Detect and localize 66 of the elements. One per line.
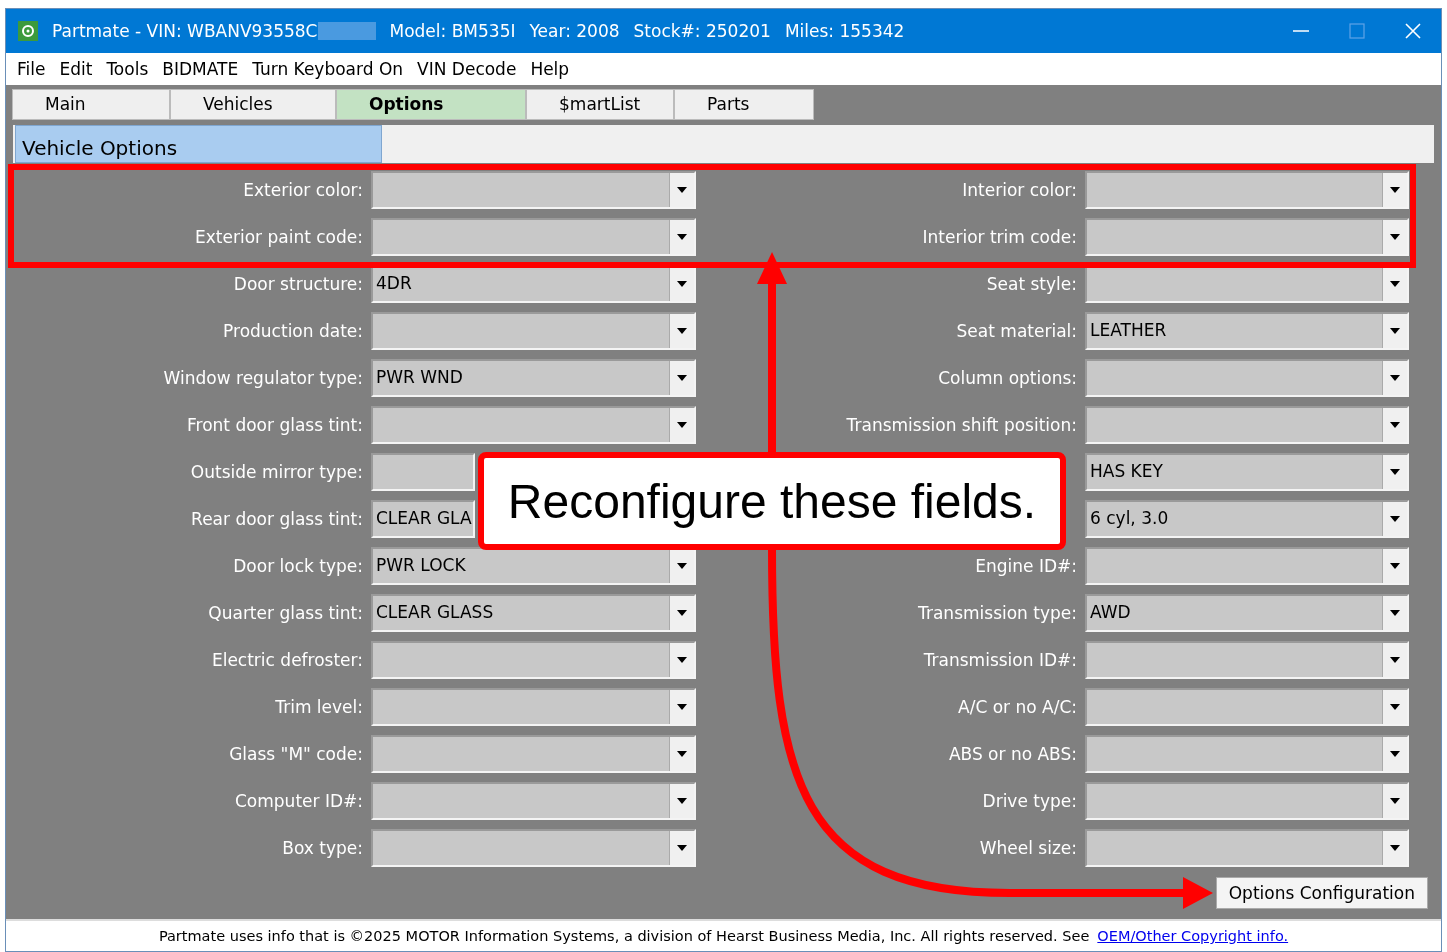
- field-label: Production date:: [223, 321, 363, 341]
- copyright-link[interactable]: OEM/Other Copyright info.: [1097, 928, 1289, 944]
- combo-box[interactable]: LEATHER: [1085, 312, 1409, 350]
- field-label: Engine ID#:: [975, 556, 1077, 576]
- field-label: Electric defroster:: [211, 650, 363, 670]
- field-label: Interior color:: [962, 180, 1077, 200]
- field-label: Seat style:: [986, 274, 1077, 294]
- menu-item[interactable]: BIDMATE: [155, 59, 246, 79]
- tab[interactable]: $martList: [526, 89, 674, 120]
- field-label: Trim level:: [275, 697, 363, 717]
- window-title: Year: 2008: [529, 21, 620, 41]
- field-label: Glass "M" code:: [229, 744, 363, 764]
- field-label: Box type:: [282, 838, 363, 858]
- window-title: Partmate - VIN: WBANV93558C: [52, 21, 318, 41]
- window-title: Stock#: 250201: [633, 21, 771, 41]
- field-label: Rear door glass tint:: [191, 509, 363, 529]
- combo-value: 6 cyl, 3.0: [1089, 507, 1170, 530]
- combo-value: PWR LOCK: [375, 554, 467, 577]
- field-label: Quarter glass tint:: [208, 603, 363, 623]
- field-label: Wheel size:: [979, 838, 1077, 858]
- field-label: Exterior paint code:: [195, 227, 363, 247]
- menu-item[interactable]: Help: [523, 59, 577, 79]
- combo-value: PWR WND: [375, 366, 464, 389]
- tab[interactable]: Parts: [674, 89, 814, 120]
- menu-item[interactable]: Turn Keyboard On: [245, 59, 411, 79]
- combo-box[interactable]: PWR WND: [371, 359, 696, 397]
- field-label: Seat material:: [956, 321, 1077, 341]
- combo-box[interactable]: HAS KEY: [1085, 453, 1409, 491]
- callout-tooltip: Reconfigure these fields.: [478, 452, 1066, 550]
- field-label: Exterior color:: [243, 180, 363, 200]
- field-label: Transmission type:: [918, 603, 1077, 623]
- combo-box[interactable]: CLEAR GLASS: [371, 594, 696, 632]
- field-label: Front door glass tint:: [187, 415, 363, 435]
- menu-item[interactable]: Edit: [52, 59, 100, 79]
- combo-box[interactable]: PWR LOCK: [371, 547, 696, 585]
- combo-value: LEATHER: [1089, 319, 1168, 342]
- field-label: Interior trim code:: [922, 227, 1077, 247]
- combo-box[interactable]: CLEAR GLA: [371, 500, 475, 538]
- combo-value: HAS KEY: [1089, 460, 1164, 483]
- field-label: Computer ID#:: [235, 791, 363, 811]
- window-title: Miles: 155342: [784, 21, 905, 41]
- field-label: Door lock type:: [233, 556, 363, 576]
- menu-item[interactable]: VIN Decode: [410, 59, 524, 79]
- tab[interactable]: Vehicles: [170, 89, 336, 120]
- field-label: Drive type:: [982, 791, 1077, 811]
- field-label: Window regulator type:: [163, 368, 363, 388]
- options-configuration-button[interactable]: Options Configuration: [1215, 877, 1428, 909]
- section-title: Vehicle Options: [15, 125, 382, 163]
- combo-value: 4DR: [375, 272, 413, 295]
- field-label: Column options:: [938, 368, 1077, 388]
- combo-box[interactable]: 6 cyl, 3.0: [1085, 500, 1409, 538]
- menu-item[interactable]: Tools: [99, 59, 156, 79]
- copyright-text: Partmate uses info that is ©2025 MOTOR Information Systems, a division of Hearst Business Media, Inc. All rights reserved. See: [158, 928, 1090, 944]
- combo-box[interactable]: AWD: [1085, 594, 1409, 632]
- field-label: ABS or no ABS:: [948, 744, 1077, 764]
- field-label: Door structure:: [233, 274, 363, 294]
- combo-value: AWD: [1089, 601, 1132, 624]
- menu-item[interactable]: File: [10, 59, 53, 79]
- field-label: Transmission ID#:: [923, 650, 1077, 670]
- tab[interactable]: Main: [12, 89, 170, 120]
- tab[interactable]: Options: [336, 89, 526, 120]
- field-label: A/C or no A/C:: [958, 697, 1077, 717]
- field-label: Transmission shift position:: [846, 415, 1077, 435]
- field-label: Outside mirror type:: [190, 462, 363, 482]
- window-title: Model: BM535I: [389, 21, 516, 41]
- combo-value: CLEAR GLASS: [375, 601, 495, 624]
